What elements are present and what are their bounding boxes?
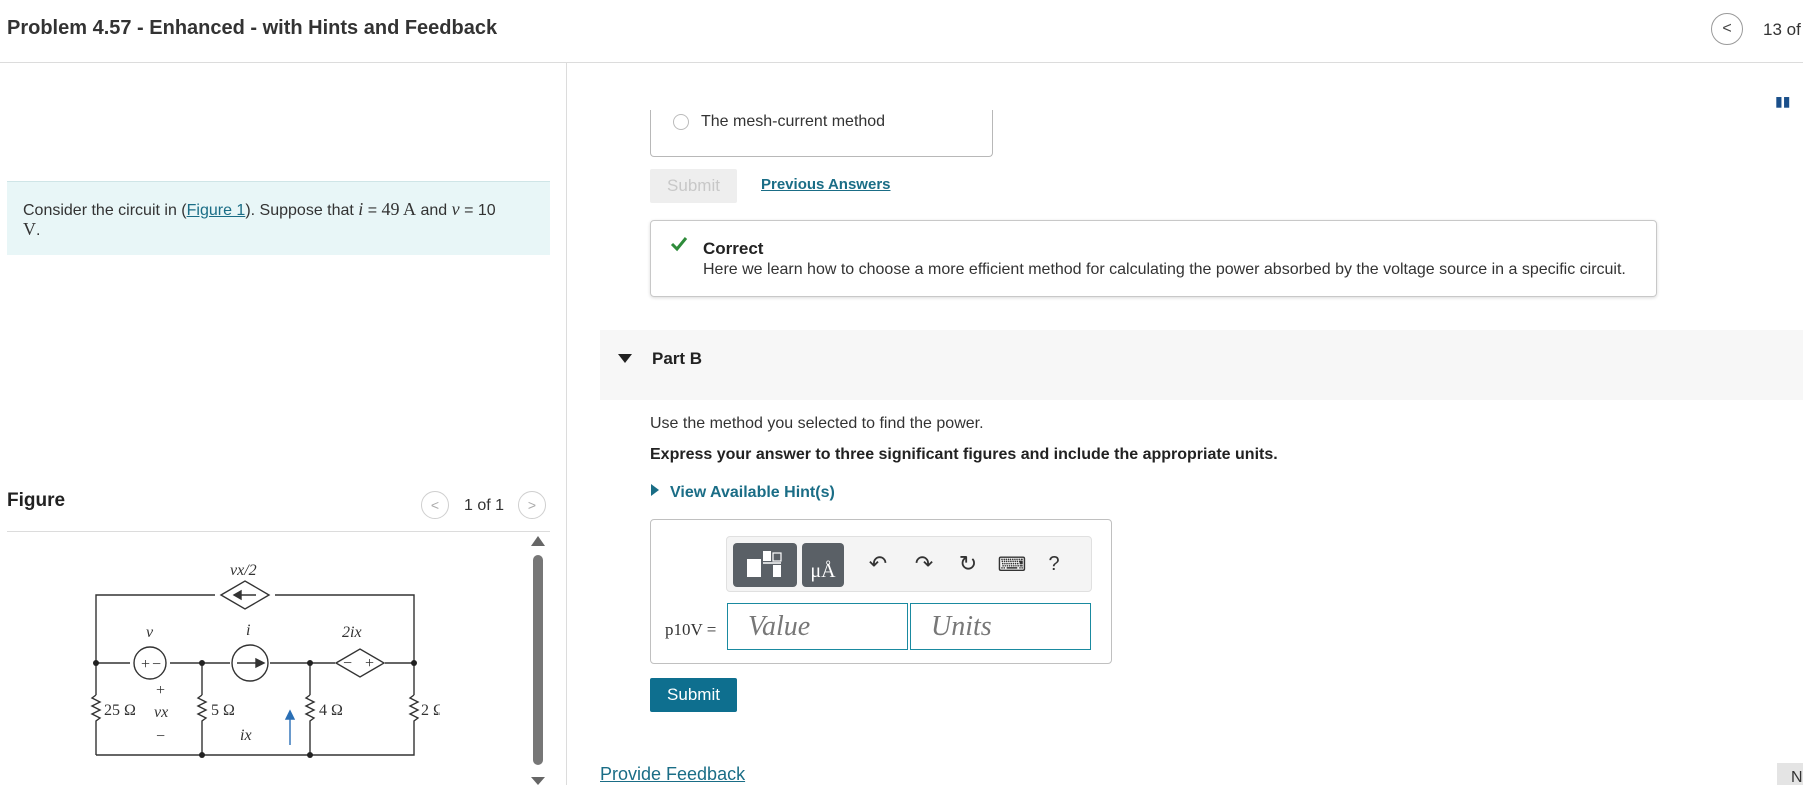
figure-divider <box>7 531 550 532</box>
label-dep-voltage: 2ix <box>342 624 362 641</box>
label-vx: vx <box>154 704 168 721</box>
previous-answers-link[interactable]: Previous Answers <box>761 176 891 193</box>
help-icon[interactable]: ? <box>1039 549 1069 579</box>
label-ix: ix <box>240 727 252 744</box>
value-input[interactable] <box>727 603 908 650</box>
view-hints-link[interactable]: View Available Hint(s) <box>670 484 835 502</box>
choice-label: The mesh-current method <box>701 113 886 130</box>
part-b-header[interactable]: Part B <box>600 330 1803 400</box>
label-minus-dep: − <box>343 655 352 672</box>
collapse-triangle-icon <box>618 354 632 363</box>
label-r-2: 2 Ω <box>421 702 440 719</box>
expand-triangle-icon <box>651 484 659 496</box>
problem-prompt: Consider the circuit in (Figure 1). Supp… <box>7 181 550 255</box>
feedback-title: Correct <box>703 239 764 258</box>
problem-counter: 13 of <box>1763 20 1801 39</box>
header-bar: Problem 4.57 - Enhanced - with Hints and… <box>0 0 1803 63</box>
units-button[interactable]: μÅ <box>802 543 844 587</box>
reset-icon[interactable]: ↻ <box>953 549 983 579</box>
figure-scrollbar[interactable] <box>533 555 543 765</box>
provide-feedback-link[interactable]: Provide Feedback <box>600 764 745 785</box>
scroll-down-arrow[interactable] <box>531 777 545 785</box>
label-r-25: 25 Ω <box>104 702 136 719</box>
figure-counter: 1 of 1 <box>464 497 505 514</box>
checkmark-icon <box>670 237 688 252</box>
math-toolbar: μÅ ↶ ↷ ↻ ⌨ ? <box>726 536 1092 592</box>
figure-link[interactable]: Figure 1 <box>187 202 246 219</box>
part-b-submit-button[interactable]: Submit <box>650 678 737 712</box>
figure-prev-button[interactable]: < <box>421 491 449 519</box>
keyboard-icon[interactable]: ⌨ <box>997 549 1027 579</box>
label-dep-current: vx/2 <box>230 562 257 579</box>
figure-heading: Figure <box>7 490 66 511</box>
label-plus-v: + <box>141 656 150 673</box>
next-button[interactable]: N <box>1777 763 1803 786</box>
undo-icon[interactable]: ↶ <box>863 549 893 579</box>
part-a-choices: The mesh-current method <box>650 110 993 157</box>
label-v: v <box>146 624 154 641</box>
label-i: i <box>246 622 250 639</box>
templates-button[interactable] <box>733 543 797 587</box>
circuit-diagram: vx/2 v i 2ix + − − + 25 Ω + vx − 5 Ω ix … <box>90 562 440 758</box>
part-b-instruction: Use the method you selected to find the … <box>650 415 984 432</box>
answer-label: p10V = <box>665 620 717 639</box>
label-plus-dep: + <box>365 655 374 672</box>
figure-next-button[interactable]: > <box>518 491 546 519</box>
answer-box: μÅ ↶ ↷ ↻ ⌨ ? p10V = <box>650 519 1112 664</box>
part-b-instruction-bold: Express your answer to three significant… <box>650 446 1278 463</box>
mesh-current-radio[interactable] <box>673 114 689 130</box>
label-r-5: 5 Ω <box>211 702 235 719</box>
page-title: Problem 4.57 - Enhanced - with Hints and… <box>7 17 498 39</box>
part-b-title: Part B <box>652 349 703 368</box>
previous-problem-button[interactable]: < <box>1711 13 1743 45</box>
pane-divider <box>566 63 567 785</box>
label-vx-minus: − <box>156 728 165 745</box>
scroll-up-arrow[interactable] <box>531 536 545 546</box>
feedback-box: Correct Here we learn how to choose a mo… <box>650 220 1657 297</box>
book-icon[interactable]: ▮▮ <box>1775 93 1790 110</box>
part-a-submit-button: Submit <box>650 169 737 203</box>
feedback-text: Here we learn how to choose a more effic… <box>703 261 1626 278</box>
label-minus-v: − <box>152 656 161 673</box>
templates-icon <box>747 551 782 577</box>
redo-icon[interactable]: ↷ <box>909 549 939 579</box>
label-vx-plus: + <box>156 682 165 699</box>
label-r-4: 4 Ω <box>319 702 343 719</box>
units-input[interactable] <box>910 603 1091 650</box>
